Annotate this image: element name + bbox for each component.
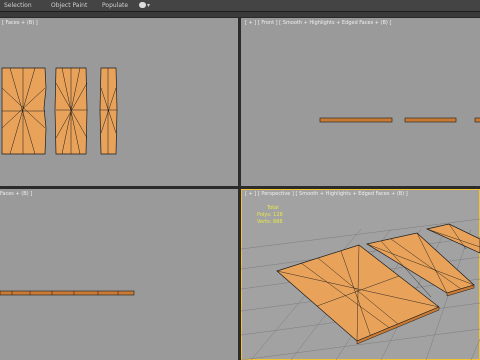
viewport-top-right[interactable]: [ + ] [ Front ] [ Smooth + Highlights + … (241, 18, 480, 186)
plank-views-top (1, 67, 118, 155)
toolbar-strip (0, 12, 480, 17)
plank-views-front (319, 117, 480, 123)
plank-views-side (0, 290, 135, 296)
menu-bar: Selection Object Paint Populate ▾ (0, 0, 480, 12)
menu-object-paint[interactable]: Object Paint (51, 1, 87, 10)
circle-toggle-icon[interactable] (139, 2, 146, 8)
perspective-scene (241, 218, 480, 360)
chevron-down-icon[interactable]: ▾ (147, 1, 150, 10)
menu-selection[interactable]: Selection (4, 1, 32, 10)
viewport-bottom-left[interactable]: Faces + (B) ] (0, 189, 238, 360)
viewport-top-left[interactable]: [ Faces + (B) ] (0, 18, 238, 186)
planks (276, 223, 480, 342)
viewport-perspective[interactable]: [ + ] [ Perspective ] [ Smooth + Highlig… (241, 189, 480, 360)
menu-populate[interactable]: Populate (102, 1, 128, 10)
